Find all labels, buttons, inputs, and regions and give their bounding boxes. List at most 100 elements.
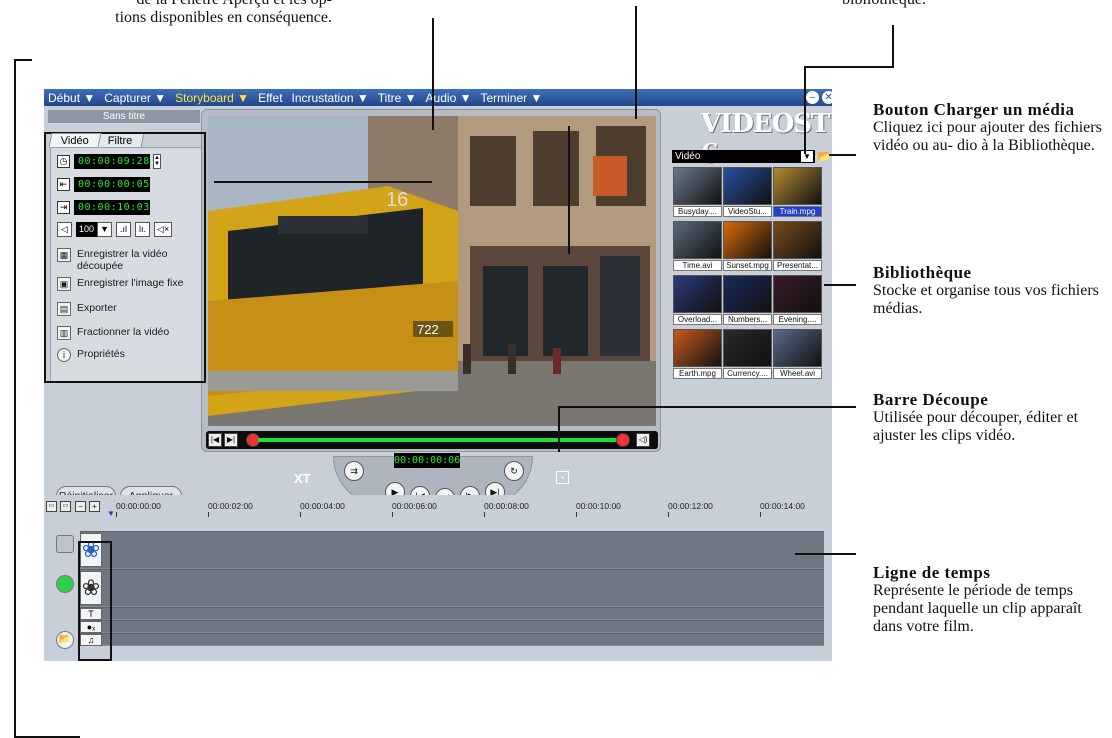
film-save-icon: ▦ bbox=[57, 248, 71, 262]
load-media-icon[interactable]: 📂 bbox=[817, 149, 832, 163]
timeline-view-icon[interactable]: ▭ bbox=[60, 501, 71, 512]
duration-timecode[interactable]: 00:00:09:28 bbox=[74, 154, 150, 169]
annotation-trim-bar-desc: Utilisée pour découper, éditer et ajuste… bbox=[873, 409, 1079, 444]
menu-item-storyboard[interactable]: Storyboard ▼ bbox=[175, 91, 249, 105]
title-track-icon: T bbox=[80, 608, 102, 620]
disk-icon: ▣ bbox=[57, 277, 71, 291]
save-trimmed-video-action[interactable]: ▦ Enregistrer la vidéo découpée bbox=[57, 248, 187, 272]
library-item-label[interactable]: VideoStu... bbox=[723, 206, 772, 217]
library-item-label[interactable]: Earth.mpg bbox=[673, 368, 722, 379]
split-video-action[interactable]: ▥ Fractionner la vidéo bbox=[57, 326, 169, 340]
library-thumbnail[interactable] bbox=[773, 275, 822, 313]
library-item-label[interactable]: Presentat... bbox=[773, 260, 822, 271]
ruler-tick bbox=[116, 512, 117, 517]
playhead-icon[interactable]: ▼ bbox=[107, 509, 115, 518]
library-item-label[interactable]: Currency.... bbox=[723, 368, 772, 379]
library-thumbnail[interactable] bbox=[773, 167, 822, 205]
storyboard-view-icon[interactable]: ▭ bbox=[46, 501, 57, 512]
library-item-label[interactable]: Overload... bbox=[673, 314, 722, 325]
goto-end-icon[interactable]: ▶| bbox=[224, 433, 238, 447]
library-item-label[interactable]: Numbers... bbox=[723, 314, 772, 325]
goto-start-icon[interactable]: |◀ bbox=[208, 433, 222, 447]
library-item-label[interactable]: Busyday.... bbox=[673, 206, 722, 217]
save-trimmed-video-label: Enregistrer la vidéo découpée bbox=[77, 248, 168, 272]
export-label: Exporter bbox=[77, 302, 117, 314]
menu-item-titre[interactable]: Titre ▼ bbox=[378, 91, 417, 105]
repeat-icon[interactable]: ↻ bbox=[504, 461, 524, 481]
mute-icon[interactable]: ◁× bbox=[154, 222, 173, 237]
trim-bar[interactable]: |◀ ▶| ◁) bbox=[206, 431, 658, 449]
zoom-in-icon[interactable]: + bbox=[89, 501, 100, 512]
callout-line-q bbox=[78, 541, 112, 543]
duration-stepper[interactable]: ▲ ▼ bbox=[153, 154, 161, 169]
save-still-image-action[interactable]: ▣ Enregistrer l'image fixe bbox=[57, 277, 183, 291]
playback-timecode[interactable]: 00:00:00:06 bbox=[394, 453, 460, 468]
ruler-tick-label: 00:00:02:00 bbox=[208, 501, 253, 511]
library-dropdown-icon[interactable]: ▼ bbox=[800, 150, 814, 163]
ruler-tick-label: 00:00:06:00 bbox=[392, 501, 437, 511]
mark-in-icon[interactable]: ⇤ bbox=[57, 178, 70, 191]
play-mode-icon[interactable]: ⇉ bbox=[344, 461, 364, 481]
trim-range bbox=[258, 438, 618, 442]
library-thumbnail[interactable] bbox=[673, 167, 722, 205]
music-track-icon: ♫ bbox=[80, 634, 102, 646]
overlay-track-toggle[interactable] bbox=[56, 575, 74, 593]
ruler-tick bbox=[208, 512, 209, 517]
annotation-timeline-desc: Représente le période de temps pendant l… bbox=[873, 582, 1082, 635]
voice-track[interactable] bbox=[80, 620, 824, 633]
properties-action[interactable]: i Propriétés bbox=[57, 348, 125, 362]
library-thumbnail[interactable] bbox=[673, 275, 722, 313]
menu-item-debut[interactable]: Début ▼ bbox=[48, 91, 95, 105]
annotation-load-media: Bouton Charger un média Cliquez ici pour… bbox=[873, 101, 1105, 155]
library-item-label[interactable]: Time.avi bbox=[673, 260, 722, 271]
zoom-out-icon[interactable]: − bbox=[75, 501, 86, 512]
export-action[interactable]: ▤ Exporter bbox=[57, 302, 117, 316]
ruler-tick bbox=[392, 512, 393, 517]
minimize-icon[interactable]: – bbox=[806, 91, 819, 104]
library-thumbnail[interactable] bbox=[673, 329, 722, 367]
volume-value[interactable]: 100 bbox=[76, 222, 98, 237]
fade-in-icon[interactable]: .ıl bbox=[116, 222, 132, 237]
library-thumbnail[interactable] bbox=[723, 329, 772, 367]
menu-item-effet[interactable]: Effet bbox=[258, 91, 282, 105]
trim-end-handle[interactable] bbox=[616, 433, 630, 447]
tram-number: 722 bbox=[417, 322, 439, 337]
volume-icon[interactable]: ◁) bbox=[636, 433, 650, 447]
tab-video[interactable]: Vidéo bbox=[48, 133, 102, 147]
menu-item-terminer[interactable]: Terminer ▼ bbox=[480, 91, 542, 105]
split-tool-icon[interactable]: XT bbox=[294, 471, 311, 486]
mark-out-timecode[interactable]: 00:00:10:03 bbox=[74, 200, 150, 215]
overlay-track[interactable] bbox=[80, 569, 824, 607]
callout-line-a bbox=[432, 18, 434, 130]
library-thumbnail[interactable] bbox=[723, 167, 772, 205]
menu-item-capturer[interactable]: Capturer ▼ bbox=[104, 91, 166, 105]
save-icon[interactable]: ▪ bbox=[556, 471, 569, 484]
library-thumbnail[interactable] bbox=[673, 221, 722, 259]
open-folder-icon[interactable]: 📂 bbox=[56, 631, 74, 649]
split-icon: ▥ bbox=[57, 326, 71, 340]
overlay-track-icon: ❀ bbox=[80, 571, 102, 605]
music-track[interactable] bbox=[80, 633, 824, 646]
menu-item-incrustation[interactable]: Incrustation ▼ bbox=[292, 91, 369, 105]
library-item-label[interactable]: Train.mpg bbox=[773, 206, 822, 217]
tab-filtre[interactable]: Filtre bbox=[95, 133, 145, 147]
ruler-tick-label: 00:00:14:00 bbox=[760, 501, 805, 511]
mark-out-icon[interactable]: ⇥ bbox=[57, 201, 70, 214]
library-item-label[interactable]: Sunset.mpg bbox=[723, 260, 772, 271]
library-category-select[interactable]: Vidéo bbox=[672, 150, 815, 163]
library-thumbnail[interactable] bbox=[773, 329, 822, 367]
library-thumbnail[interactable] bbox=[723, 275, 772, 313]
library-item-label[interactable]: Evening.... bbox=[773, 314, 822, 325]
video-track[interactable] bbox=[80, 531, 824, 569]
fade-out-icon[interactable]: lı. bbox=[135, 222, 151, 237]
library-item-label[interactable]: Wheel.avi bbox=[773, 368, 822, 379]
video-track-toggle[interactable] bbox=[56, 535, 74, 553]
speaker-icon[interactable]: ◁ bbox=[57, 222, 72, 237]
title-track[interactable] bbox=[80, 607, 824, 620]
mark-in-timecode[interactable]: 00:00:00:05 bbox=[74, 177, 150, 192]
close-icon[interactable]: ✕ bbox=[822, 91, 832, 104]
volume-dropdown-icon[interactable]: ▼ bbox=[97, 222, 113, 237]
library-thumbnail[interactable] bbox=[773, 221, 822, 259]
menu-bar: Début ▼ Capturer ▼ Storyboard ▼ Effet In… bbox=[44, 89, 832, 106]
library-thumbnail[interactable] bbox=[723, 221, 772, 259]
